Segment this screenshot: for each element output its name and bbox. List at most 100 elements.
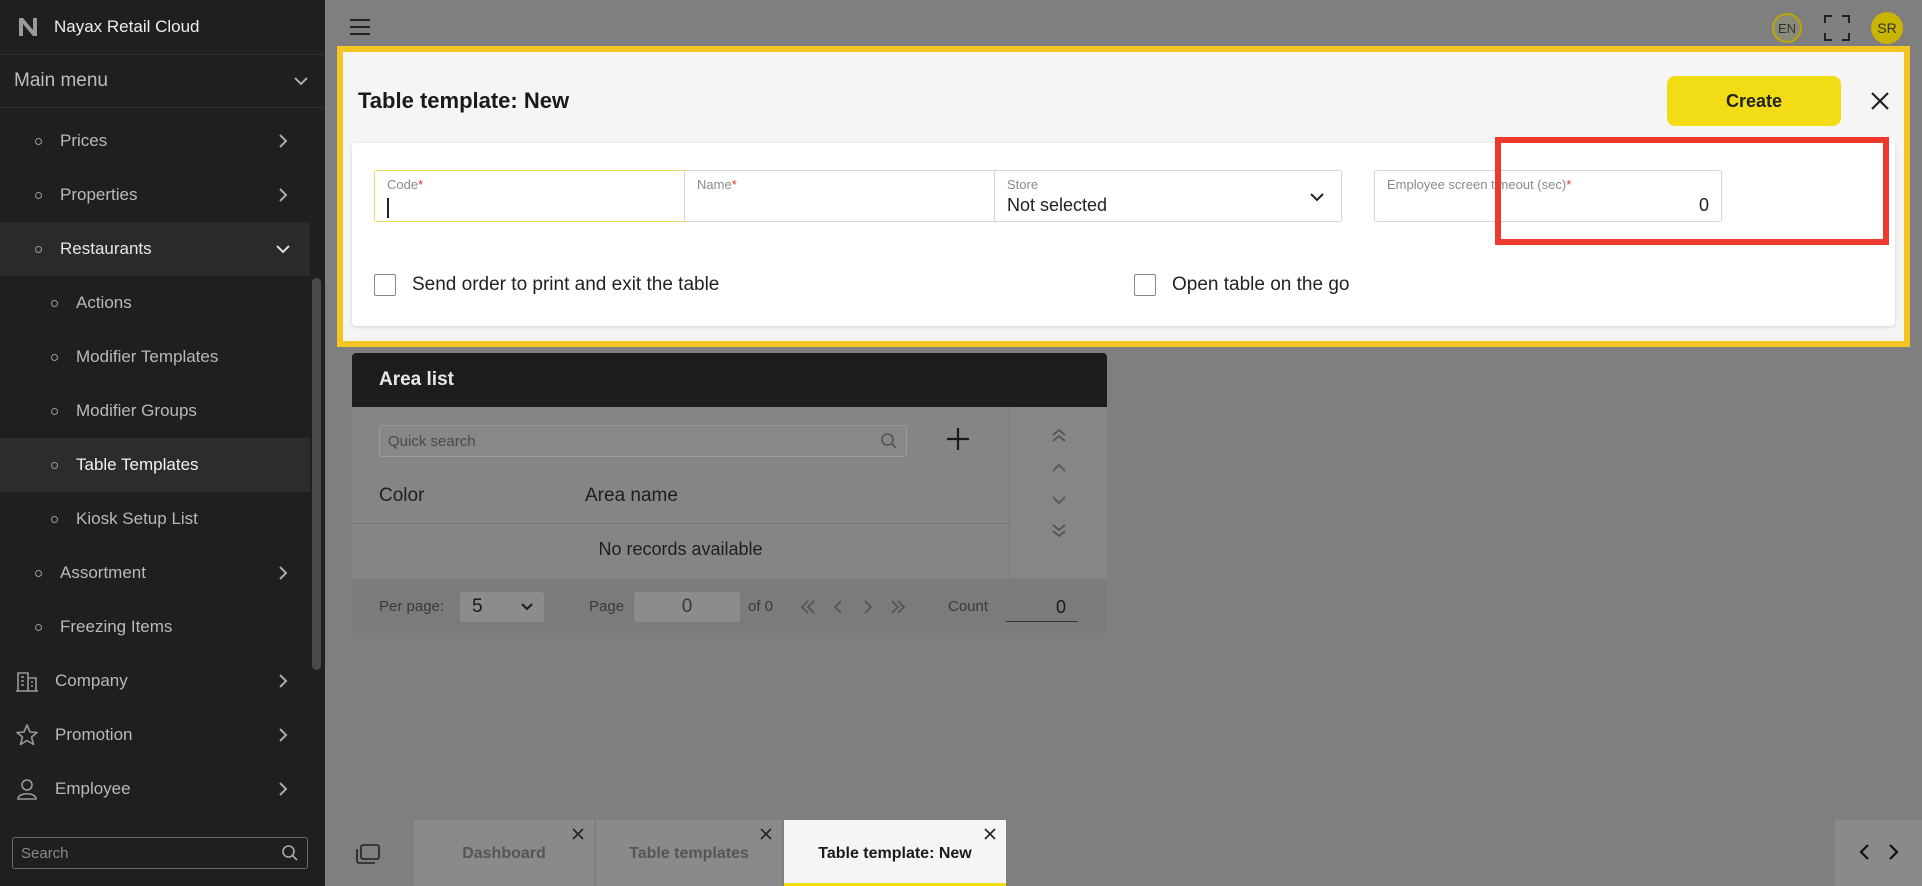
- sidebar-item-promotion[interactable]: Promotion: [0, 708, 310, 762]
- search-icon[interactable]: [281, 844, 299, 862]
- fullscreen-icon[interactable]: [1823, 14, 1851, 42]
- last-page-icon[interactable]: [890, 599, 906, 615]
- name-field[interactable]: Name*: [684, 170, 1032, 222]
- main-menu-toggle[interactable]: Main menu: [0, 54, 325, 108]
- required-mark: *: [731, 177, 737, 192]
- name-label-text: Name: [697, 177, 732, 192]
- count-value: 0: [1006, 592, 1078, 622]
- sidebar-item-label: Kiosk Setup List: [76, 509, 198, 528]
- bullet-icon: [51, 299, 58, 307]
- sidebar-item-table-templates[interactable]: Table Templates: [0, 438, 310, 492]
- tab-table-template-new[interactable]: Table template: New: [784, 820, 1006, 886]
- quick-search-input[interactable]: [388, 432, 880, 450]
- first-page-icon[interactable]: [800, 599, 816, 615]
- bullet-icon: [35, 569, 42, 577]
- chevron-down-icon: [521, 603, 533, 611]
- windows-icon[interactable]: [355, 843, 381, 865]
- sidebar-item-label: Employee: [55, 779, 131, 798]
- per-page-select[interactable]: 5: [460, 592, 544, 622]
- hamburger-menu-icon[interactable]: [349, 18, 371, 36]
- prev-page-icon[interactable]: [830, 599, 846, 615]
- modal-title: Table template: New: [358, 88, 570, 113]
- bullet-icon: [51, 407, 58, 415]
- open-on-go-label[interactable]: Open table on the go: [1172, 274, 1349, 296]
- add-area-button[interactable]: [944, 425, 972, 453]
- chevron-down-icon: [294, 77, 308, 86]
- page-input[interactable]: 0: [634, 592, 740, 622]
- move-up-icon[interactable]: [1050, 459, 1068, 477]
- code-field[interactable]: Code*: [374, 170, 722, 222]
- chevron-right-icon: [279, 134, 288, 148]
- sidebar-item-modifier-templates[interactable]: Modifier Templates: [0, 330, 310, 384]
- close-tab-icon[interactable]: [984, 828, 996, 840]
- chevron-down-icon: [276, 245, 290, 254]
- person-icon: [17, 779, 37, 800]
- tab-label: Dashboard: [462, 845, 546, 862]
- sidebar-item-label: Modifier Templates: [76, 347, 219, 366]
- sidebar-item-label: Promotion: [55, 725, 133, 744]
- sidebar: Nayax Retail Cloud Main menu Prices Prop…: [0, 0, 325, 886]
- move-to-bottom-icon[interactable]: [1050, 521, 1068, 539]
- code-field-label: Code*: [387, 177, 423, 192]
- sidebar-item-prices[interactable]: Prices: [0, 114, 310, 168]
- language-switcher[interactable]: EN: [1772, 13, 1802, 43]
- column-header-color[interactable]: Color: [379, 485, 424, 507]
- sidebar-item-freezing-items[interactable]: Freezing Items: [0, 600, 310, 654]
- sidebar-item-label: Properties: [60, 185, 138, 204]
- close-icon[interactable]: [1869, 90, 1891, 112]
- text-cursor: [387, 198, 389, 218]
- close-tab-icon[interactable]: [572, 828, 584, 840]
- empty-state-text: No records available: [598, 539, 763, 559]
- star-icon: [16, 724, 38, 746]
- sidebar-search-input[interactable]: [21, 844, 281, 862]
- tab-scroll-controls: [1835, 820, 1922, 886]
- main-menu-label: Main menu: [14, 70, 108, 91]
- tab-table-templates[interactable]: Table templates: [596, 820, 782, 886]
- sidebar-item-label: Table Templates: [76, 455, 199, 474]
- sidebar-scrollbar[interactable]: [312, 278, 321, 670]
- move-to-top-icon[interactable]: [1050, 427, 1068, 445]
- page-total: of 0: [748, 598, 774, 615]
- send-order-label[interactable]: Send order to print and exit the table: [412, 274, 719, 296]
- send-order-checkbox[interactable]: [374, 274, 396, 296]
- sidebar-item-actions[interactable]: Actions: [0, 276, 310, 330]
- sidebar-item-employee[interactable]: Employee: [0, 762, 310, 816]
- sidebar-item-properties[interactable]: Properties: [0, 168, 310, 222]
- bullet-icon: [35, 623, 42, 631]
- column-header-area-name[interactable]: Area name: [585, 485, 678, 507]
- page-label: Page: [589, 598, 625, 615]
- sidebar-item-restaurants[interactable]: Restaurants: [0, 222, 310, 276]
- bullet-icon: [51, 461, 58, 469]
- sidebar-item-modifier-groups[interactable]: Modifier Groups: [0, 384, 310, 438]
- bullet-icon: [35, 191, 42, 199]
- quick-search: [379, 425, 907, 457]
- search-icon[interactable]: [880, 432, 898, 450]
- next-page-icon[interactable]: [860, 599, 876, 615]
- create-button[interactable]: Create: [1667, 76, 1841, 126]
- sidebar-item-assortment[interactable]: Assortment: [0, 546, 310, 600]
- scroll-tabs-right-icon[interactable]: [1885, 842, 1901, 862]
- tab-dashboard[interactable]: Dashboard: [414, 820, 594, 886]
- sidebar-item-label: Freezing Items: [60, 617, 173, 636]
- sidebar-item-kiosk-setup-list[interactable]: Kiosk Setup List: [0, 492, 310, 546]
- move-down-icon[interactable]: [1050, 491, 1068, 509]
- chevron-right-icon: [279, 782, 288, 796]
- open-on-go-checkbox[interactable]: [1134, 274, 1156, 296]
- sidebar-search: [12, 837, 308, 869]
- scroll-tabs-left-icon[interactable]: [1857, 842, 1873, 862]
- store-select[interactable]: Store Not selected: [994, 170, 1342, 222]
- bullet-icon: [35, 137, 42, 145]
- sidebar-item-company[interactable]: Company: [0, 654, 310, 708]
- chevron-down-icon: [1310, 193, 1324, 202]
- avatar[interactable]: SR: [1871, 12, 1903, 44]
- per-page-label: Per page:: [379, 598, 445, 615]
- code-label-text: Code: [387, 177, 419, 192]
- building-icon: [16, 672, 38, 692]
- bullet-icon: [35, 245, 42, 253]
- close-tab-icon[interactable]: [760, 828, 772, 840]
- bullet-icon: [51, 353, 58, 361]
- tab-label: Table template: New: [818, 845, 972, 862]
- sidebar-item-label: Assortment: [60, 563, 146, 582]
- brand[interactable]: Nayax Retail Cloud: [0, 0, 325, 54]
- sidebar-item-label: Modifier Groups: [76, 401, 197, 420]
